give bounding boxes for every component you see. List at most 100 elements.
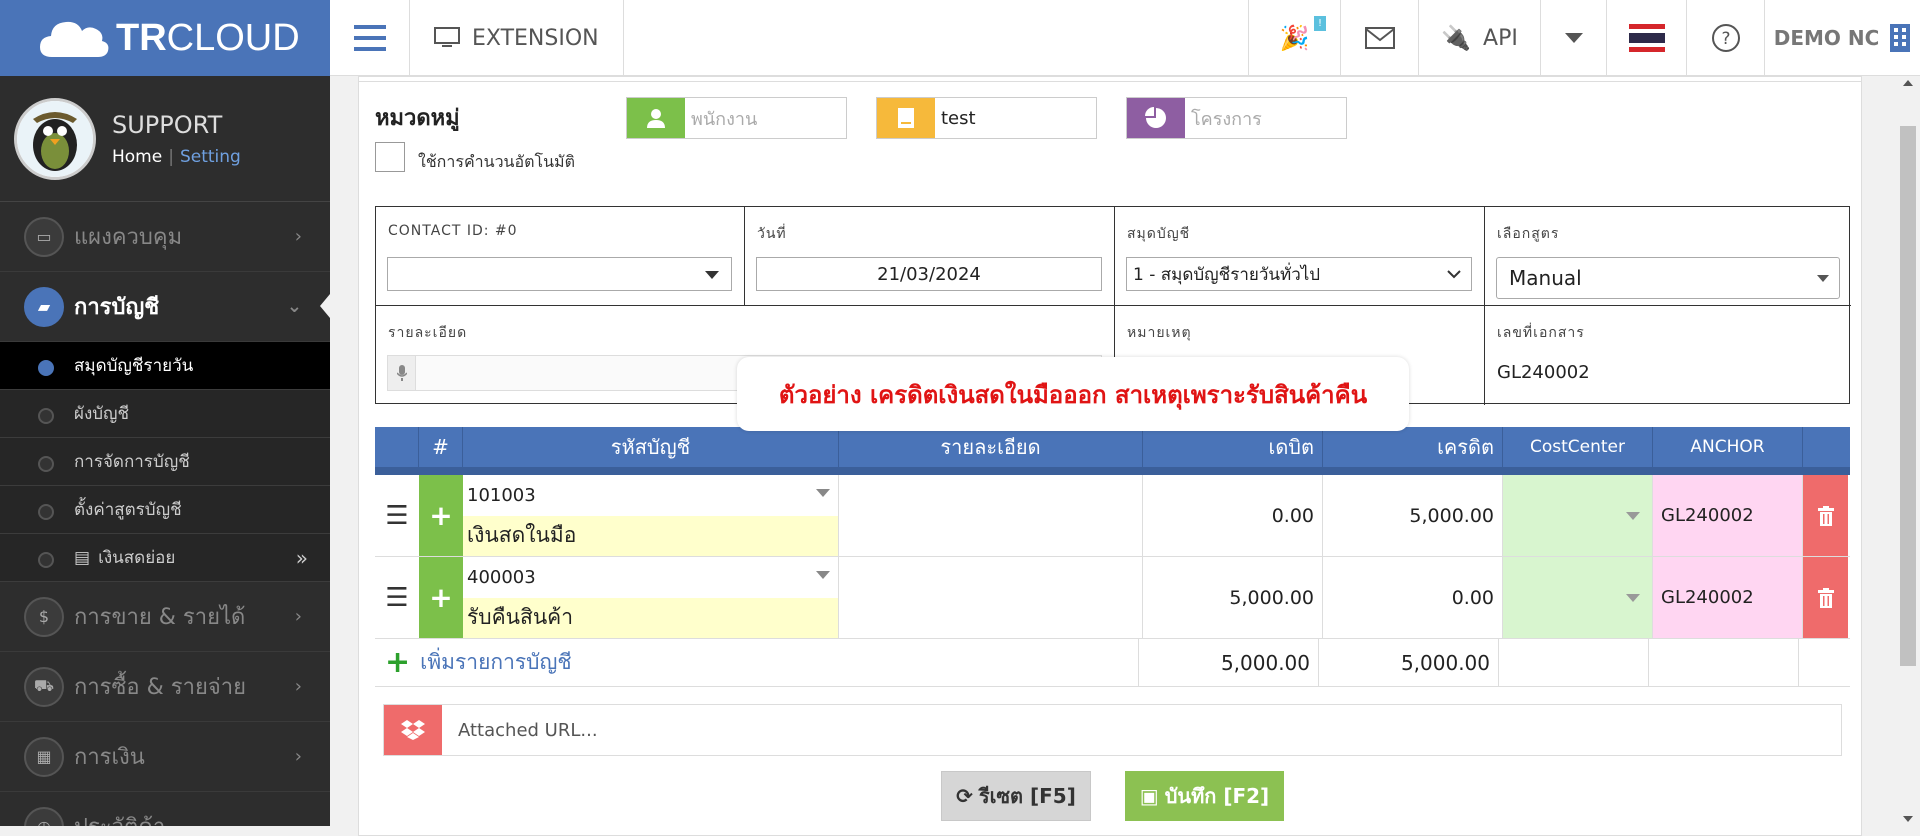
- menu-icon: [353, 25, 386, 51]
- anchor-input[interactable]: GL240002: [1653, 557, 1803, 638]
- sidebar-item-sales[interactable]: $ การขาย & รายได้ ›: [0, 582, 330, 652]
- caret-down-icon: [1626, 512, 1640, 520]
- scroll-down-arrow-icon[interactable]: [1903, 816, 1913, 822]
- contact-select[interactable]: [387, 257, 732, 291]
- document-field[interactable]: test: [876, 97, 1097, 139]
- sidebar-item-finance[interactable]: ▦ การเงิน ›: [0, 722, 330, 792]
- debit-input[interactable]: 0.00: [1143, 475, 1323, 556]
- employee-field[interactable]: พนักงาน: [626, 97, 847, 139]
- costcenter-select[interactable]: [1503, 475, 1653, 556]
- save-button[interactable]: ▣ บันทึก [F2]: [1125, 771, 1284, 821]
- credit-input[interactable]: 5,000.00: [1323, 475, 1503, 556]
- home-link[interactable]: Home: [112, 147, 162, 167]
- add-account-line-label: เพิ่มรายการบัญชี: [420, 650, 572, 674]
- sidebar-item-dashboard[interactable]: ▭ แผงควบคุม ›: [0, 202, 330, 272]
- trash-icon: [1817, 505, 1834, 526]
- help-button[interactable]: ?: [1686, 0, 1764, 76]
- add-line-button[interactable]: +: [419, 475, 463, 556]
- api-button[interactable]: 🔌 API: [1418, 0, 1540, 76]
- line-detail-input[interactable]: [839, 475, 1143, 556]
- sidebar-item-label: การบัญชี: [74, 295, 160, 320]
- caret-down-icon: [705, 271, 719, 279]
- plug-icon: 🔌: [1441, 24, 1472, 52]
- extension-label: EXTENSION: [472, 25, 599, 51]
- announcement-button[interactable]: 🎉 !: [1248, 0, 1340, 76]
- mail-button[interactable]: [1340, 0, 1418, 76]
- avatar[interactable]: [14, 97, 96, 180]
- caret-down-icon: [816, 571, 830, 579]
- add-account-line-link[interactable]: + เพิ่มรายการบัญชี: [375, 639, 1139, 686]
- category-title: หมวดหมู่: [375, 106, 460, 131]
- scrollbar[interactable]: [1896, 76, 1920, 826]
- header-anchor: ANCHOR: [1653, 427, 1803, 467]
- dollar-icon: $: [24, 596, 64, 637]
- auto-calc-checkbox[interactable]: [375, 142, 405, 172]
- book-icon: ▰: [24, 286, 64, 327]
- attached-url-field[interactable]: Attached URL...: [383, 704, 1842, 756]
- monitor-icon: ▭: [24, 216, 64, 257]
- drag-handle-icon[interactable]: ☰: [375, 557, 419, 638]
- costcenter-select[interactable]: [1503, 557, 1653, 638]
- debit-input[interactable]: 5,000.00: [1143, 557, 1323, 638]
- account-name: รับคืนสินค้า: [463, 597, 838, 638]
- project-field[interactable]: โครงการ: [1126, 97, 1347, 139]
- tab-strip: [358, 76, 1862, 82]
- plus-icon: +: [385, 645, 411, 680]
- account-name: เงินสดในมือ: [463, 515, 838, 556]
- caret-down-icon: [816, 489, 830, 497]
- formula-select[interactable]: Manual: [1496, 257, 1840, 299]
- cloud-icon: [40, 21, 109, 57]
- journal-table: # รหัสบัญชี รายละเอียด เดบิต เครดิต Cost…: [375, 427, 1850, 687]
- sidebar-subitem-journal[interactable]: สมุดบัญชีรายวัน: [0, 342, 330, 390]
- setting-link[interactable]: Setting: [180, 147, 241, 167]
- sidebar-item-history[interactable]: ◷ ประวัติค้า: [0, 792, 330, 826]
- logo-text-thin: CLOUD: [166, 16, 300, 59]
- formula-label: เลือกสูตร: [1497, 226, 1560, 242]
- book-value: 1 - สมุดบัญชีรายวันทั่วไป: [1133, 264, 1321, 285]
- contact-label: CONTACT ID: #0: [388, 223, 518, 239]
- sidebar-subitem-account-management[interactable]: การจัดการบัญชี: [0, 438, 330, 486]
- sidebar-item-label: แผงควบคุม: [74, 225, 183, 250]
- drag-handle-icon[interactable]: ☰: [375, 475, 419, 556]
- header-debit: เดบิต: [1143, 427, 1323, 467]
- anchor-input[interactable]: GL240002: [1653, 475, 1803, 556]
- header-account: รหัสบัญชี: [463, 427, 839, 467]
- sidebar-subitem-petty-cash[interactable]: ▤ เงินสดย่อย »: [0, 534, 330, 582]
- api-label: API: [1483, 25, 1518, 51]
- thai-flag-icon: [1628, 24, 1665, 53]
- user-profile: SUPPORT Home | Setting: [0, 76, 330, 202]
- scroll-up-arrow-icon[interactable]: [1903, 80, 1913, 86]
- cart-icon: ⛟: [24, 666, 64, 707]
- notification-badge: !: [1313, 16, 1326, 31]
- sidebar-item-accounting[interactable]: ▰ การบัญชี ⌄: [0, 272, 330, 342]
- scrollbar-thumb[interactable]: [1900, 126, 1916, 666]
- delete-row-button[interactable]: [1803, 475, 1848, 556]
- note-label: หมายเหตุ: [1127, 325, 1192, 341]
- date-input[interactable]: 21/03/2024: [756, 257, 1102, 291]
- credit-input[interactable]: 0.00: [1323, 557, 1503, 638]
- account-cell[interactable]: 400003 รับคืนสินค้า: [463, 557, 839, 638]
- extension-button[interactable]: EXTENSION: [410, 0, 624, 76]
- book-select[interactable]: 1 - สมุดบัญชีรายวันทั่วไป: [1126, 257, 1472, 291]
- company-selector[interactable]: DEMO NC: [1764, 0, 1920, 76]
- total-debit: 5,000.00: [1139, 639, 1319, 686]
- sidebar-item-purchases[interactable]: ⛟ การซื้อ & รายจ่าย ›: [0, 652, 330, 722]
- add-line-button[interactable]: +: [419, 557, 463, 638]
- microphone-icon: [388, 356, 416, 390]
- delete-row-button[interactable]: [1803, 557, 1848, 638]
- table-row: ☰ + 101003 เงินสดในมือ 0.00 5,000.00 GL2…: [375, 475, 1850, 557]
- dropdown-toggle[interactable]: [1540, 0, 1606, 76]
- line-detail-input[interactable]: [839, 557, 1143, 638]
- account-cell[interactable]: 101003 เงินสดในมือ: [463, 475, 839, 556]
- building-icon: [1890, 24, 1911, 52]
- calendar-icon: ▦: [24, 736, 64, 777]
- totals-row: + เพิ่มรายการบัญชี 5,000.00 5,000.00: [375, 639, 1850, 687]
- brand-logo[interactable]: TR CLOUD: [0, 0, 330, 76]
- sidebar-subitem-formula-settings[interactable]: ตั้งค่าสูตรบัญชี: [0, 486, 330, 534]
- detail-label: รายละเอียด: [388, 325, 468, 341]
- hamburger-menu-button[interactable]: [330, 0, 410, 76]
- total-spacer: [1799, 639, 1846, 686]
- reset-button[interactable]: ⟳ รีเซต [F5]: [941, 771, 1091, 821]
- sidebar-subitem-chart-of-accounts[interactable]: ผังบัญชี: [0, 390, 330, 438]
- language-button[interactable]: [1606, 0, 1686, 76]
